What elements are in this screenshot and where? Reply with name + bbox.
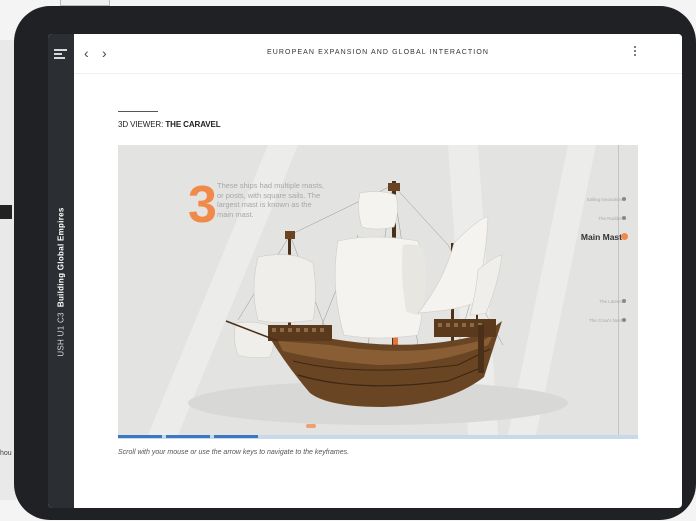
tablet-frame: USH U1 C3 Building Global Empires ‹ › EU… [14,6,696,520]
keyframe-dot-main-mast[interactable] [621,233,628,240]
background-window-dark-block [0,205,12,219]
unit-code: USH U1 C3 [56,312,66,357]
keyframe-dot-rudder[interactable] [622,216,626,220]
keyframe-label-rudder[interactable]: The Rudder [598,216,622,221]
hamburger-menu-icon[interactable] [54,49,67,59]
keyframe-progress-bar [118,435,638,439]
section-label: 3D VIEWER: [118,120,164,129]
background-clipped-text: hou [0,450,12,457]
keyframe-dot-sailing-innovation[interactable] [622,197,626,201]
progress-segment-1[interactable] [118,435,162,438]
keyframe-label-sailing-innovation[interactable]: Sailing Innovation [586,197,622,202]
unit-title: Building Global Empires [56,207,66,308]
course-title: EUROPEAN EXPANSION AND GLOBAL INTERACTIO… [266,49,490,56]
section-rule [118,111,158,112]
caravel-ship-model[interactable] [118,145,638,435]
navigation-hint: Scroll with your mouse or use the arrow … [118,449,350,456]
sidebar: USH U1 C3 Building Global Empires [48,34,74,508]
unit-label: USH U1 C3 Building Global Empires [48,207,74,356]
keyframe-label-lateen[interactable]: The Lateen [599,299,622,304]
section-heading: 3D VIEWER: THE CARAVEL [118,120,221,129]
keyframe-dot-lateen[interactable] [622,299,626,303]
keyframe-rail [618,145,619,435]
model-position-marker [306,424,316,428]
keyframe-label-crows-nest[interactable]: The Crow's Nest [589,318,622,323]
keyframe-dot-crows-nest[interactable] [622,318,626,322]
app-screen: USH U1 C3 Building Global Empires ‹ › EU… [48,34,682,508]
page-stage: hou USH U1 C3 Building Global Empires ‹ … [0,0,696,521]
keyframe-label-main-mast[interactable]: Main Mast [581,232,622,242]
progress-segment-3[interactable] [214,435,258,438]
section-title: THE CARAVEL [165,120,221,129]
3d-viewer[interactable]: 3 These ships had multiple masts, or pos… [118,145,638,435]
top-bar: ‹ › EUROPEAN EXPANSION AND GLOBAL INTERA… [74,34,682,74]
vertical-ellipsis-icon[interactable] [632,46,638,60]
progress-segment-2[interactable] [166,435,210,438]
